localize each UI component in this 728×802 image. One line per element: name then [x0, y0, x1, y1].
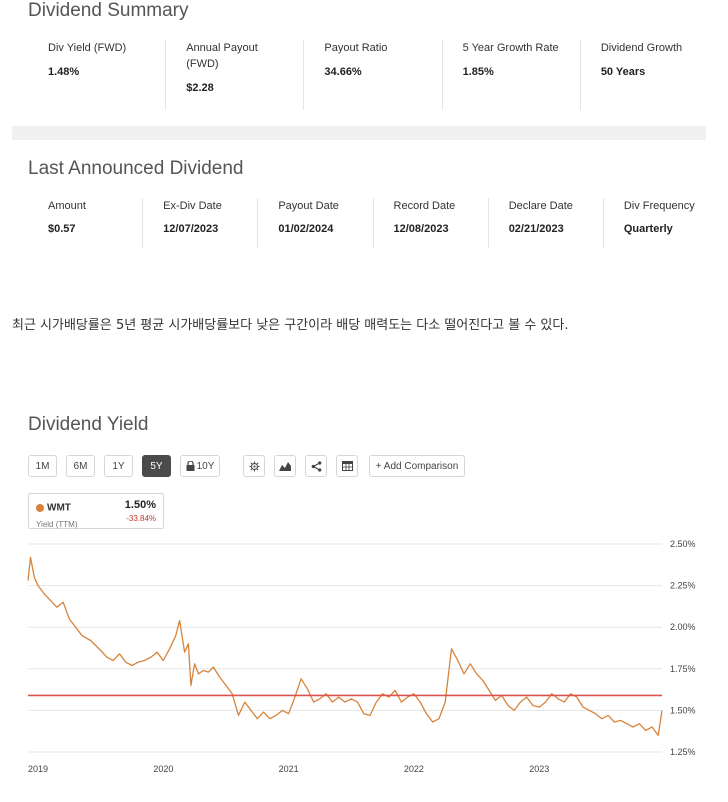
summary-value: 50 Years	[600, 66, 646, 78]
summary-annual-payout: Annual Payout (FWD) $2.28	[166, 40, 305, 110]
announced-value: 12/07/2023	[163, 223, 219, 235]
share-button[interactable]	[305, 455, 327, 477]
x-tick-label: 2022	[404, 764, 424, 774]
y-tick-label: 1.25%	[670, 747, 696, 757]
summary-payout-ratio: Payout Ratio 34.66%	[304, 40, 443, 110]
range-6m-button[interactable]: 6M	[66, 455, 95, 477]
x-tick-label: 2023	[529, 764, 549, 774]
lock-icon	[186, 461, 195, 471]
summary-label: Div Yield (FWD)	[48, 42, 127, 54]
share-icon	[311, 460, 321, 472]
announced-value: 12/08/2023	[393, 223, 449, 235]
announced-label: Record Date	[393, 200, 456, 212]
announced-label: Payout Date	[278, 200, 339, 212]
announced-amount: Amount $0.57	[28, 198, 144, 248]
range-1y-button[interactable]: 1Y	[104, 455, 133, 477]
summary-title: Dividend Summary	[28, 0, 189, 21]
summary-row: Div Yield (FWD) 1.48% Annual Payout (FWD…	[28, 40, 718, 110]
y-tick-label: 2.00%	[670, 622, 696, 632]
legend-ticker: WMT	[47, 502, 71, 514]
table-icon	[341, 461, 353, 471]
summary-div-yield: Div Yield (FWD) 1.48%	[28, 40, 167, 110]
mountain-chart-icon	[279, 462, 291, 471]
series-color-dot	[36, 503, 44, 512]
range-5y-button[interactable]: 5Y	[142, 455, 171, 477]
summary-label: Dividend Growth	[600, 42, 683, 54]
summary-value: 34.66%	[324, 66, 362, 78]
announced-label: Ex-Div Date	[163, 200, 222, 212]
summary-label: Annual Payout (FWD)	[186, 42, 258, 70]
summary-label: 5 Year Growth Rate	[462, 42, 559, 54]
summary-label: Payout Ratio	[324, 42, 388, 54]
chart-title: Dividend Yield	[28, 414, 149, 435]
add-comparison-button[interactable]: + Add Comparison	[369, 455, 465, 477]
announced-payout-date: Payout Date 01/02/2024	[258, 198, 374, 248]
announced-value: $0.57	[48, 223, 76, 235]
summary-growth-rate: 5 Year Growth Rate 1.85%	[443, 40, 581, 110]
summary-value: 1.48%	[48, 66, 80, 78]
announced-label: Div Frequency	[623, 200, 695, 212]
range-10y-button[interactable]: 10Y	[180, 455, 220, 477]
announced-frequency: Div Frequency Quarterly	[604, 198, 718, 248]
x-tick-label: 2019	[28, 764, 48, 774]
y-tick-label: 1.75%	[670, 664, 696, 674]
announced-value: 02/21/2023	[508, 223, 564, 235]
announced-title: Last Announced Dividend	[28, 158, 244, 179]
legend-value: 1.50%	[124, 499, 156, 511]
announced-value: Quarterly	[623, 223, 673, 235]
x-tick-label: 2020	[153, 764, 173, 774]
announced-declare-date: Declare Date 02/21/2023	[489, 198, 604, 248]
chart-toolbar: 1M 6M 1Y 5Y 10Y + Add Comparison	[28, 454, 474, 478]
summary-value: 1.85%	[462, 66, 494, 78]
range-10y-label: 10Y	[196, 460, 215, 472]
y-tick-label: 2.25%	[670, 581, 696, 591]
summary-dividend-growth: Dividend Growth 50 Years	[581, 40, 718, 110]
announced-row: Amount $0.57 Ex-Div Date 12/07/2023 Payo…	[28, 198, 718, 248]
summary-value: $2.28	[186, 82, 214, 94]
gear-icon	[248, 460, 260, 472]
table-view-button[interactable]	[336, 455, 358, 477]
legend-change: -33.84%	[126, 514, 156, 523]
announced-value: 01/02/2024	[278, 223, 334, 235]
y-tick-label: 1.50%	[670, 705, 696, 715]
announced-label: Declare Date	[508, 200, 573, 212]
announced-record-date: Record Date 12/08/2023	[374, 198, 489, 248]
chart-legend: WMT 1.50% Yield (TTM) -33.84%	[28, 493, 164, 529]
chart-type-button[interactable]	[274, 455, 296, 477]
dividend-yield-chart[interactable]: 2.50% 2.25% 2.00% 1.75% 1.50% 1.25% 2019 2020 20…	[0, 530, 728, 802]
x-tick-label: 2021	[279, 764, 299, 774]
range-1m-button[interactable]: 1M	[28, 455, 57, 477]
section-divider	[12, 126, 706, 140]
y-tick-label: 2.50%	[670, 539, 696, 549]
series-line-wmt	[27, 556, 663, 737]
settings-button[interactable]	[243, 455, 265, 477]
announced-label: Amount	[48, 200, 86, 212]
commentary-text: 최근 시가배당률은 5년 평균 시가배당률보다 낮은 구간이라 배당 매력도는 …	[12, 318, 569, 333]
announced-ex-div-date: Ex-Div Date 12/07/2023	[143, 198, 259, 248]
